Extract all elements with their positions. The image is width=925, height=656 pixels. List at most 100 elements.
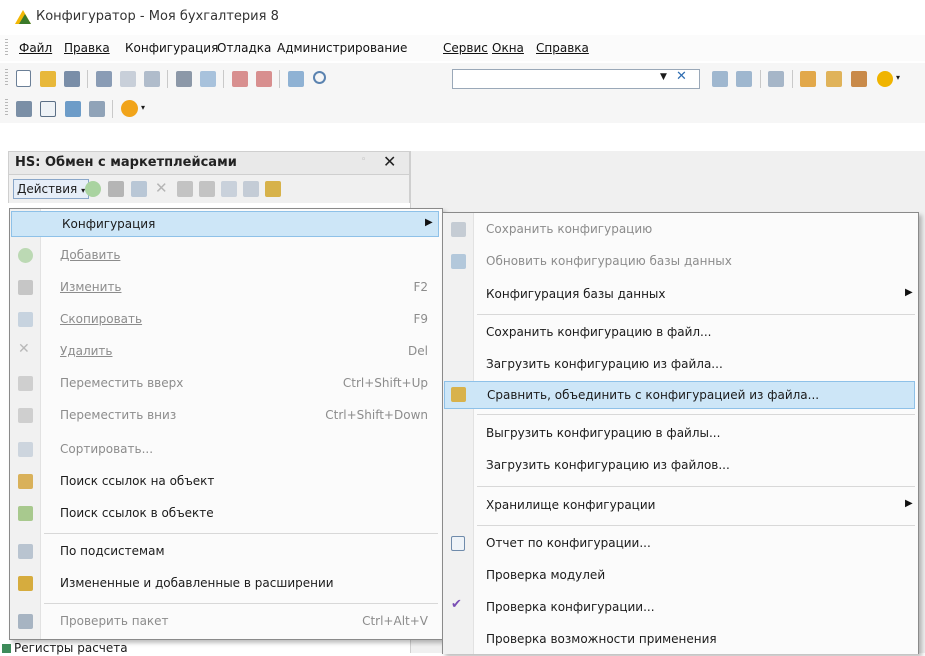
print-icon[interactable] (176, 71, 192, 87)
toolbar2-grip (5, 99, 8, 117)
submenu-import-files[interactable]: Загрузить конфигурацию из файлов... (443, 450, 916, 482)
edit-icon[interactable] (108, 181, 124, 197)
menu-item-copy[interactable]: Скопировать F9 (10, 304, 440, 336)
report-icon (451, 536, 465, 551)
windows-icon[interactable] (768, 71, 784, 87)
info-icon[interactable] (877, 71, 893, 87)
print-preview-icon[interactable] (200, 71, 216, 87)
submenu-check-applicability[interactable]: Проверка возможности применения (443, 624, 916, 656)
find-references-in-icon (18, 506, 33, 521)
actions-context-menu: Конфигурация ▶ Добавить Изменить F2 Скоп… (9, 208, 443, 640)
menu-edit[interactable]: Правка (64, 41, 110, 55)
config-tree-icon[interactable] (40, 101, 56, 117)
menu-configuration[interactable]: Конфигурация (125, 41, 218, 55)
edit-icon (18, 280, 33, 295)
menu-item-find-refs-in[interactable]: Поиск ссылок в объекте (10, 498, 440, 530)
pin-icon[interactable]: ◦ (361, 155, 366, 165)
search-prev-icon[interactable] (736, 71, 752, 87)
filter-subsystems-icon[interactable] (243, 181, 259, 197)
move-up-icon[interactable] (177, 181, 193, 197)
update-db-icon[interactable] (65, 101, 81, 117)
filter-extension-icon (18, 576, 33, 591)
copy-icon[interactable] (120, 71, 136, 87)
window-title: Конфигуратор - Моя бухгалтерия 8 (36, 9, 279, 24)
undo-icon[interactable] (232, 71, 248, 87)
menu-item-move-down[interactable]: Переместить вниз Ctrl+Shift+Down (10, 400, 440, 432)
menu-item-changed-in-extension[interactable]: Измененные и добавленные в расширении (10, 568, 440, 600)
copy-item-icon (18, 312, 33, 327)
open-config-icon[interactable] (16, 101, 32, 117)
submenu-save-to-file[interactable]: Сохранить конфигурацию в файл... (443, 317, 916, 349)
panel-title: HS: Обмен с маркетплейсами (15, 155, 237, 170)
menu-item-check-package[interactable]: Проверить пакет Ctrl+Alt+V (10, 606, 440, 638)
panel-header: HS: Обмен с маркетплейсами ◦ ✕ (8, 151, 410, 175)
secondary-toolbar: ▾ (0, 93, 925, 123)
submenu-check-modules[interactable]: Проверка модулей (443, 560, 916, 592)
check-package-icon (18, 614, 33, 629)
filter-extension-icon[interactable] (265, 181, 281, 197)
menu-service[interactable]: Сервис (443, 41, 488, 55)
app-logo-icon (15, 10, 31, 24)
assistant-icon[interactable] (800, 71, 816, 87)
sort-icon (18, 442, 33, 457)
menu-help[interactable]: Справка (536, 41, 589, 55)
help-content-icon[interactable] (851, 71, 867, 87)
properties-icon[interactable] (89, 101, 105, 117)
menu-item-by-subsystems[interactable]: По подсистемам (10, 536, 440, 568)
submenu-arrow-icon: ▶ (425, 217, 433, 228)
submenu-export-files[interactable]: Выгрузить конфигурацию в файлы... (443, 418, 916, 450)
menu-item-find-refs-to[interactable]: Поиск ссылок на объект (10, 466, 440, 498)
close-icon[interactable]: ✕ (383, 152, 396, 171)
register-icon (2, 644, 11, 653)
clear-search-icon[interactable]: ✕ (676, 69, 687, 84)
start-debug-icon[interactable] (121, 100, 138, 117)
copy-item-icon[interactable] (131, 181, 147, 197)
new-document-icon[interactable] (16, 70, 31, 87)
syntax-helper-icon[interactable] (826, 71, 842, 87)
menu-file[interactable]: Файл (19, 41, 52, 55)
submenu-arrow-icon: ▶ (905, 498, 913, 509)
menu-item-add[interactable]: Добавить (10, 240, 440, 272)
filter-subsystems-icon (18, 544, 33, 559)
menu-windows[interactable]: Окна (492, 41, 524, 55)
submenu-config-report[interactable]: Отчет по конфигурации... (443, 528, 916, 560)
debug-dropdown-icon[interactable]: ▾ (141, 103, 145, 112)
actions-button[interactable]: Действия ▾ (13, 179, 90, 199)
paste-icon[interactable] (144, 71, 160, 87)
menu-item-move-up[interactable]: Переместить вверх Ctrl+Shift+Up (10, 368, 440, 400)
menu-item-sort[interactable]: Сортировать... (10, 434, 440, 466)
menu-item-configuration[interactable]: Конфигурация ▶ (11, 211, 439, 237)
search-dropdown-icon[interactable]: ▼ (660, 72, 667, 82)
add-icon[interactable] (85, 181, 101, 197)
submenu-compare-merge[interactable]: Сравнить, объединить с конфигурацией из … (444, 381, 915, 409)
submenu-db-configuration[interactable]: Конфигурация базы данных ▶ (443, 279, 916, 311)
submenu-repository[interactable]: Хранилище конфигурации ▶ (443, 490, 916, 522)
toolbar-grip (5, 69, 8, 87)
menu-bar: Файл Правка Конфигурация Отладка Админис… (0, 35, 925, 61)
menu-administration[interactable]: Администрирование (277, 41, 407, 55)
submenu-load-from-file[interactable]: Загрузить конфигурацию из файла... (443, 349, 916, 381)
submenu-check-configuration[interactable]: ✔ Проверка конфигурации... (443, 592, 916, 624)
configuration-submenu: Сохранить конфигурацию Обновить конфигур… (442, 212, 919, 654)
search-icon[interactable] (313, 71, 326, 84)
submenu-update-db[interactable]: Обновить конфигурацию базы данных (443, 246, 916, 278)
toolbar-overflow-icon[interactable]: ▾ (896, 73, 900, 82)
delete-icon[interactable]: ✕ (155, 179, 168, 197)
move-down-icon (18, 408, 33, 423)
menu-item-delete[interactable]: ✕ Удалить Del (10, 336, 440, 368)
search-next-icon[interactable] (712, 71, 728, 87)
submenu-arrow-icon: ▶ (905, 287, 913, 298)
redo-icon[interactable] (256, 71, 272, 87)
window-titlebar: Конфигуратор - Моя бухгалтерия 8 (0, 0, 925, 34)
save-icon[interactable] (64, 71, 80, 87)
move-down-icon[interactable] (199, 181, 215, 197)
menu-item-edit[interactable]: Изменить F2 (10, 272, 440, 304)
open-folder-icon[interactable] (40, 71, 56, 87)
submenu-save-configuration[interactable]: Сохранить конфигурацию (443, 214, 916, 246)
sort-icon[interactable] (221, 181, 237, 197)
update-db-icon (451, 254, 466, 269)
menu-debug[interactable]: Отладка (217, 41, 271, 55)
cut-icon[interactable] (96, 71, 112, 87)
find-in-tree-icon[interactable] (288, 71, 304, 87)
move-up-icon (18, 376, 33, 391)
